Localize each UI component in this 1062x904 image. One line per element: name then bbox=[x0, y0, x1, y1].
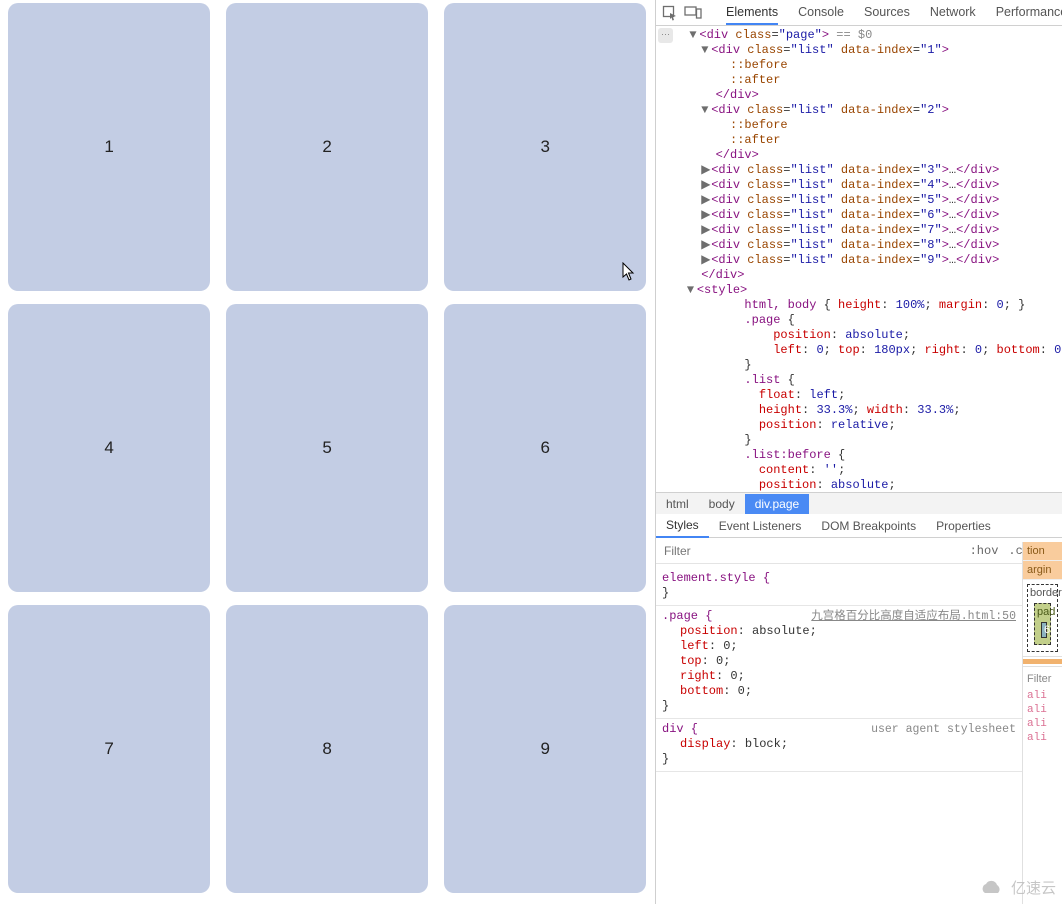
cell-label: 2 bbox=[226, 3, 428, 291]
crumb-div-page[interactable]: div.page bbox=[745, 494, 809, 514]
rule-div-ua[interactable]: user agent stylesheet div { display: blo… bbox=[656, 719, 1022, 772]
panel-tabs: Elements Console Sources Network Perform… bbox=[726, 1, 1062, 25]
cell-label: 9 bbox=[444, 605, 646, 893]
cell-label: 1 bbox=[8, 3, 210, 291]
crumb-body[interactable]: body bbox=[699, 494, 745, 514]
styles-tabs: Styles Event Listeners DOM Breakpoints P… bbox=[656, 514, 1062, 538]
tab-console[interactable]: Console bbox=[798, 1, 844, 25]
cloud-icon bbox=[977, 879, 1005, 897]
rendered-page: 1 2 3 4 5 6 7 8 9 bbox=[0, 0, 655, 904]
devtools-panel: Elements Console Sources Network Perform… bbox=[655, 0, 1062, 904]
box-position-label: tion bbox=[1023, 542, 1062, 561]
computed-filter-label[interactable]: Filter bbox=[1023, 669, 1062, 689]
watermark: 亿速云 bbox=[977, 877, 1056, 898]
tab-network[interactable]: Network bbox=[930, 1, 976, 25]
box-content: 6 bbox=[1041, 622, 1047, 638]
crumb-html[interactable]: html bbox=[656, 494, 699, 514]
grid-cell: 5 bbox=[218, 301, 436, 602]
inspect-icon[interactable] bbox=[662, 5, 678, 21]
styles-filter-input[interactable] bbox=[662, 543, 960, 559]
box-margin-label: argin bbox=[1023, 561, 1062, 580]
devtools-toolbar: Elements Console Sources Network Perform… bbox=[656, 0, 1062, 26]
computed-sidebar[interactable]: tion argin border pad 6 Filter ali ali a… bbox=[1022, 542, 1062, 904]
grid-cell: 8 bbox=[218, 602, 436, 903]
computed-prop: ali bbox=[1023, 731, 1062, 745]
device-toggle-icon[interactable] bbox=[684, 5, 702, 21]
computed-prop: ali bbox=[1023, 717, 1062, 731]
rule-source-ua: user agent stylesheet bbox=[871, 722, 1016, 737]
grid-cell: 4 bbox=[0, 301, 218, 602]
grid-cell: 3 bbox=[436, 0, 654, 301]
tab-performance[interactable]: Performance bbox=[996, 1, 1062, 25]
styles-filter-bar: :hov .cls + bbox=[656, 538, 1062, 564]
cell-label: 7 bbox=[8, 605, 210, 893]
computed-prop: ali bbox=[1023, 703, 1062, 717]
styles-pane[interactable]: element.style { } 九宫格百分比高度自适应布局.html:50 … bbox=[656, 568, 1022, 904]
tab-properties[interactable]: Properties bbox=[926, 515, 1001, 537]
box-margin-strip bbox=[1023, 659, 1062, 664]
tab-sources[interactable]: Sources bbox=[864, 1, 910, 25]
box-border: border pad 6 bbox=[1027, 584, 1058, 652]
rule-page[interactable]: 九宫格百分比高度自适应布局.html:50 .page { position: … bbox=[656, 606, 1022, 719]
dom-tree[interactable]: ⋯ ▼<div class="page"> == $0 ▼<div class=… bbox=[656, 26, 1062, 492]
cell-label: 3 bbox=[444, 3, 646, 291]
cell-label: 8 bbox=[226, 605, 428, 893]
cell-label: 6 bbox=[444, 304, 646, 592]
cell-label: 4 bbox=[8, 304, 210, 592]
tab-elements[interactable]: Elements bbox=[726, 1, 778, 25]
grid-cell: 2 bbox=[218, 0, 436, 301]
cell-label: 5 bbox=[226, 304, 428, 592]
grid-cell: 1 bbox=[0, 0, 218, 301]
grid: 1 2 3 4 5 6 7 8 9 bbox=[0, 0, 655, 904]
breadcrumb: html body div.page bbox=[656, 492, 1062, 514]
grid-cell: 9 bbox=[436, 602, 654, 903]
computed-prop: ali bbox=[1023, 689, 1062, 703]
tab-dom-breakpoints[interactable]: DOM Breakpoints bbox=[811, 515, 926, 537]
grid-cell: 6 bbox=[436, 301, 654, 602]
tab-styles[interactable]: Styles bbox=[656, 514, 709, 538]
rule-source-link[interactable]: 九宫格百分比高度自适应布局.html:50 bbox=[811, 609, 1016, 624]
rule-element-style[interactable]: element.style { } bbox=[656, 568, 1022, 606]
hov-toggle[interactable]: :hov bbox=[970, 544, 999, 558]
tab-event-listeners[interactable]: Event Listeners bbox=[709, 515, 812, 537]
box-padding: pad 6 bbox=[1034, 603, 1051, 645]
more-icon[interactable]: ⋯ bbox=[658, 28, 673, 43]
grid-cell: 7 bbox=[0, 602, 218, 903]
